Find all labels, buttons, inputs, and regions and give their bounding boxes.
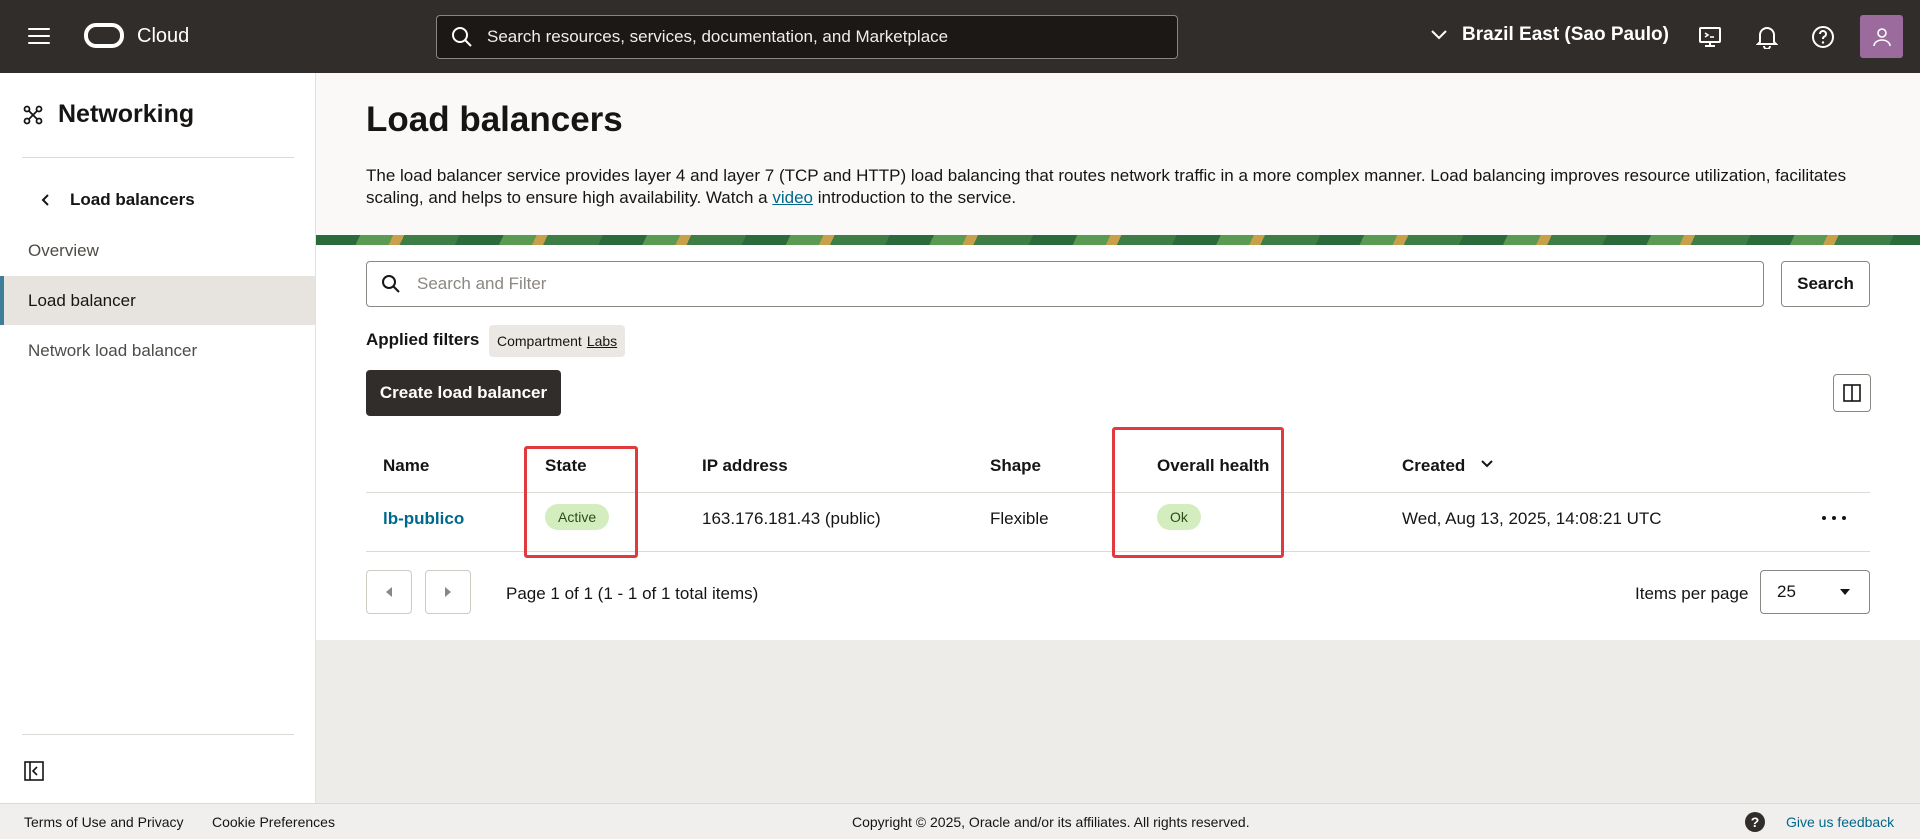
- background-pattern: [316, 640, 1920, 803]
- sidebar-item-load-balancer[interactable]: Load balancer: [0, 276, 315, 325]
- search-icon: [382, 275, 400, 293]
- load-balancer-name-link[interactable]: lb-publico: [383, 509, 464, 529]
- global-search-input[interactable]: [487, 27, 1167, 47]
- chip-value[interactable]: Labs: [587, 333, 617, 349]
- caret-left-icon: [386, 587, 392, 597]
- ip-address-cell: 163.176.181.43 (public): [702, 509, 881, 528]
- column-header-created[interactable]: Created: [1402, 456, 1465, 476]
- terms-link[interactable]: Terms of Use and Privacy: [24, 814, 184, 830]
- next-page-button[interactable]: [425, 570, 471, 614]
- compartment-filter-chip[interactable]: Compartment Labs: [489, 325, 626, 357]
- user-icon: [1872, 27, 1891, 46]
- row-actions-menu-icon[interactable]: [1822, 505, 1846, 531]
- previous-page-button[interactable]: [366, 570, 412, 614]
- region-label: Brazil East (Sao Paulo): [1462, 24, 1669, 45]
- page-header: [316, 73, 1920, 235]
- cookie-preferences-link[interactable]: Cookie Preferences: [212, 814, 335, 830]
- networking-icon: [23, 105, 43, 124]
- left-sidebar: Networking Load balancers Overview Load …: [0, 73, 316, 803]
- region-selector[interactable]: Brazil East (Sao Paulo): [1430, 24, 1669, 46]
- column-header-ip-address[interactable]: IP address: [702, 456, 788, 476]
- menu-icon[interactable]: [28, 28, 50, 46]
- column-settings-button[interactable]: [1833, 374, 1871, 412]
- items-per-page-select[interactable]: 25: [1760, 570, 1870, 614]
- sidebar-divider: [22, 157, 294, 158]
- column-header-shape[interactable]: Shape: [990, 456, 1041, 476]
- sort-chevron-down-icon[interactable]: [1480, 459, 1494, 469]
- page-description: The load balancer service provides layer…: [366, 166, 1847, 207]
- created-cell: Wed, Aug 13, 2025, 14:08:21 UTC: [1402, 509, 1662, 528]
- oracle-logo[interactable]: [84, 23, 124, 48]
- search-button[interactable]: Search: [1781, 261, 1870, 307]
- chip-key: Compartment: [497, 333, 582, 349]
- footer-help-icon[interactable]: ?: [1745, 812, 1765, 832]
- user-avatar[interactable]: [1860, 15, 1903, 58]
- chevron-down-icon: [1431, 30, 1447, 40]
- items-per-page-value: 25: [1777, 582, 1796, 601]
- health-column-highlight: [1112, 427, 1284, 558]
- top-navigation-bar: Cloud Brazil East (Sao Paulo): [0, 0, 1920, 73]
- bell-icon[interactable]: [1754, 24, 1780, 50]
- search-filter-input[interactable]: [417, 274, 1737, 294]
- caret-down-icon: [1840, 589, 1850, 595]
- copyright-text: Copyright © 2025, Oracle and/or its affi…: [852, 814, 1250, 830]
- caret-right-icon: [445, 587, 451, 597]
- create-load-balancer-button[interactable]: Create load balancer: [366, 370, 561, 416]
- state-column-highlight: [524, 446, 638, 558]
- pagination-summary: Page 1 of 1 (1 - 1 of 1 total items): [506, 584, 759, 603]
- global-search-box[interactable]: [436, 15, 1178, 59]
- chevron-left-icon: [41, 194, 49, 206]
- feedback-link[interactable]: Give us feedback: [1786, 814, 1894, 830]
- brand-label: Cloud: [137, 25, 190, 47]
- decorative-banner: [316, 235, 1920, 245]
- help-icon[interactable]: [1810, 24, 1836, 50]
- shape-cell: Flexible: [990, 509, 1049, 528]
- sidebar-item-overview[interactable]: Overview: [0, 226, 315, 275]
- columns-icon: [1843, 384, 1861, 402]
- footer: Terms of Use and Privacy Cookie Preferen…: [0, 803, 1920, 839]
- sidebar-divider-bottom: [22, 734, 294, 735]
- sidebar-title: Networking: [22, 100, 194, 129]
- sidebar-item-network-load-balancer[interactable]: Network load balancer: [0, 326, 315, 375]
- cloud-shell-icon[interactable]: [1697, 24, 1723, 50]
- sidebar-back-link[interactable]: Load balancers: [40, 190, 195, 210]
- sidebar-back-label: Load balancers: [70, 190, 195, 209]
- video-link[interactable]: video: [772, 188, 813, 207]
- search-filter-box[interactable]: [366, 261, 1764, 307]
- collapse-sidebar-icon[interactable]: [24, 761, 44, 781]
- column-header-name[interactable]: Name: [383, 456, 429, 476]
- sidebar-title-label: Networking: [58, 100, 195, 128]
- applied-filters-label: Applied filters: [366, 330, 480, 349]
- search-icon: [452, 27, 472, 47]
- items-per-page-label: Items per page: [1635, 584, 1749, 603]
- page-title: Load balancers: [366, 100, 623, 139]
